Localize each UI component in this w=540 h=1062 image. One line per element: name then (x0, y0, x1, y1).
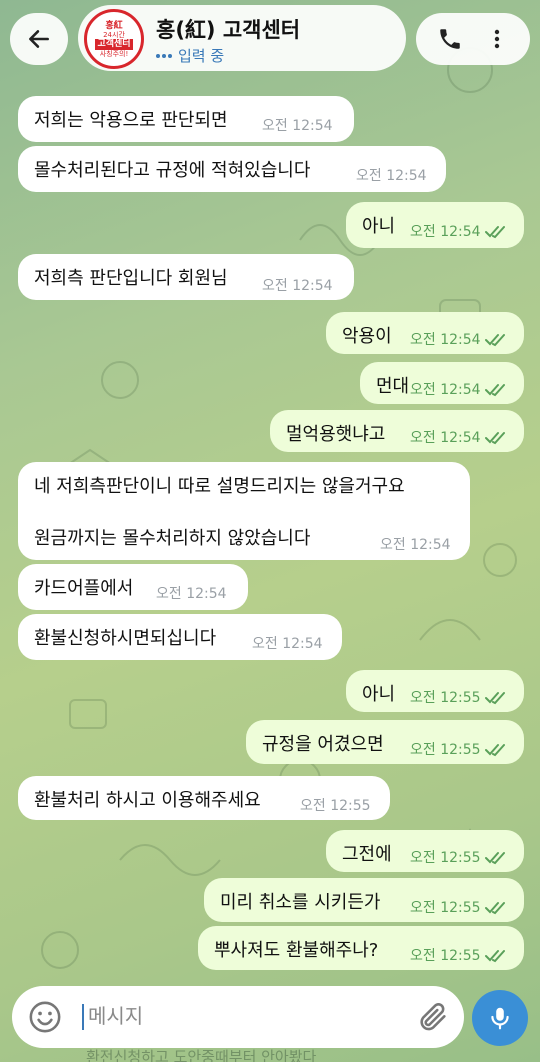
header-actions (416, 13, 530, 65)
double-check-icon (484, 950, 505, 963)
message-time: 오전 12:55 (410, 900, 481, 916)
message-outgoing[interactable]: 먼대 오전 12:54 (360, 362, 524, 404)
more-vertical-icon[interactable] (485, 26, 509, 52)
message-text: 네 저희측판단이니 따로 설명드리지는 않을거구요 (34, 476, 405, 497)
chat-header: 홍紅 24시간 고객센터 사칭주의! 홍(紅) 고객센터 입력 중 (0, 0, 540, 80)
double-check-icon (484, 692, 505, 705)
message-time: 오전 12:55 (410, 742, 481, 758)
message-text: 악용이 (342, 326, 392, 347)
message-time: 오전 12:54 (410, 332, 481, 348)
message-incoming[interactable]: 환불처리 하시고 이용해주세요 오전 12:55 (18, 776, 390, 820)
message-time: 오전 12:54 (410, 430, 481, 446)
chat-title: 홍(紅) 고객센터 (156, 18, 301, 42)
paperclip-icon[interactable] (416, 1000, 450, 1034)
message-outgoing[interactable]: 뿌사져도 환불해주나? 오전 12:55 (198, 926, 524, 970)
message-text: 뿌사져도 환불해주나? (214, 940, 379, 961)
message-outgoing[interactable]: 아니 오전 12:55 (346, 670, 524, 712)
message-text: 환불신청하시면되십니다 (34, 628, 217, 649)
message-time: 오전 12:54 (410, 224, 481, 240)
back-button[interactable] (10, 13, 68, 65)
message-text: 환불처리 하시고 이용해주세요 (34, 790, 261, 811)
message-text: 미리 취소를 시키든가 (220, 892, 381, 913)
message-text-line-2: 원금까지는 몰수처리하지 않았습니다 (34, 528, 311, 549)
avatar-line-3: 고객센터 (95, 38, 133, 50)
double-check-icon (484, 852, 505, 865)
message-time: 오전 12:55 (410, 690, 481, 706)
message-incoming[interactable]: 몰수처리된다고 규정에 적혀있습니다 오전 12:54 (18, 146, 446, 192)
message-time: 오전 12:54 (262, 278, 333, 294)
emoji-icon[interactable] (28, 1000, 62, 1034)
message-text: 멀억용햇냐고 (286, 424, 386, 445)
message-time: 오전 12:54 (410, 382, 481, 398)
message-text: 카드어플에서 (34, 578, 134, 599)
voice-record-button[interactable] (472, 990, 528, 1046)
double-check-icon (484, 226, 505, 239)
double-check-icon (484, 902, 505, 915)
message-outgoing[interactable]: 악용이 오전 12:54 (326, 312, 524, 354)
message-outgoing[interactable]: 규정을 어겼으면 오전 12:55 (246, 720, 524, 764)
double-check-icon (484, 432, 505, 445)
message-text: 아니 (362, 216, 396, 237)
text-cursor (82, 1004, 84, 1030)
message-time: 오전 12:54 (252, 636, 323, 652)
message-incoming[interactable]: 환불신청하시면되십니다 오전 12:54 (18, 614, 342, 660)
message-incoming[interactable]: 카드어플에서 오전 12:54 (18, 564, 248, 610)
microphone-icon (491, 1007, 509, 1030)
message-time: 오전 12:54 (156, 586, 227, 602)
double-check-icon (484, 384, 505, 397)
avatar-line-1: 홍紅 (105, 20, 123, 31)
typing-status-text: 입력 중 (178, 47, 225, 65)
message-outgoing[interactable]: 멀억용햇냐고 오전 12:54 (270, 410, 524, 452)
double-check-icon (484, 334, 505, 347)
typing-dots-icon (156, 53, 172, 58)
message-text: 저희는 악용으로 판단되면 (34, 110, 228, 131)
arrow-left-icon (29, 30, 49, 48)
message-text: 먼대 (376, 376, 410, 397)
message-text: 몰수처리된다고 규정에 적혀있습니다 (34, 160, 311, 181)
avatar-line-4: 사칭주의! (99, 49, 129, 58)
message-time: 오전 12:55 (410, 850, 481, 866)
double-check-icon (484, 744, 505, 757)
message-outgoing[interactable]: 아니 오전 12:54 (346, 202, 524, 248)
message-time: 오전 12:55 (410, 948, 481, 964)
message-text: 아니 (362, 684, 396, 705)
message-incoming[interactable]: 저희측 판단입니다 회원님 오전 12:54 (18, 254, 354, 300)
avatar-line-2: 24시간 (103, 30, 125, 39)
message-text: 그전에 (342, 844, 392, 865)
message-time: 오전 12:54 (262, 118, 333, 134)
avatar[interactable]: 홍紅 24시간 고객센터 사칭주의! (84, 9, 144, 69)
phone-icon[interactable] (437, 26, 463, 52)
message-outgoing[interactable]: 미리 취소를 시키든가 오전 12:55 (204, 878, 524, 922)
scrolled-message-peek: 환전신청하고 도안중때부터 안아봤다 (86, 1048, 317, 1062)
message-time: 오전 12:54 (356, 168, 427, 184)
message-time: 오전 12:54 (380, 537, 451, 553)
message-incoming[interactable]: 네 저희측판단이니 따로 설명드리지는 않을거구요 원금까지는 몰수처리하지 않… (18, 462, 470, 560)
message-input[interactable] (88, 996, 408, 1036)
typing-status: 입력 중 (156, 45, 224, 66)
chat-info[interactable]: 홍紅 24시간 고객센터 사칭주의! 홍(紅) 고객센터 입력 중 (78, 5, 406, 71)
message-composer (12, 986, 464, 1048)
message-text: 저희측 판단입니다 회원님 (34, 268, 228, 289)
message-incoming[interactable]: 저희는 악용으로 판단되면 오전 12:54 (18, 96, 354, 142)
message-time: 오전 12:55 (300, 798, 371, 814)
message-text: 규정을 어겼으면 (262, 734, 384, 755)
message-outgoing[interactable]: 그전에 오전 12:55 (326, 830, 524, 872)
